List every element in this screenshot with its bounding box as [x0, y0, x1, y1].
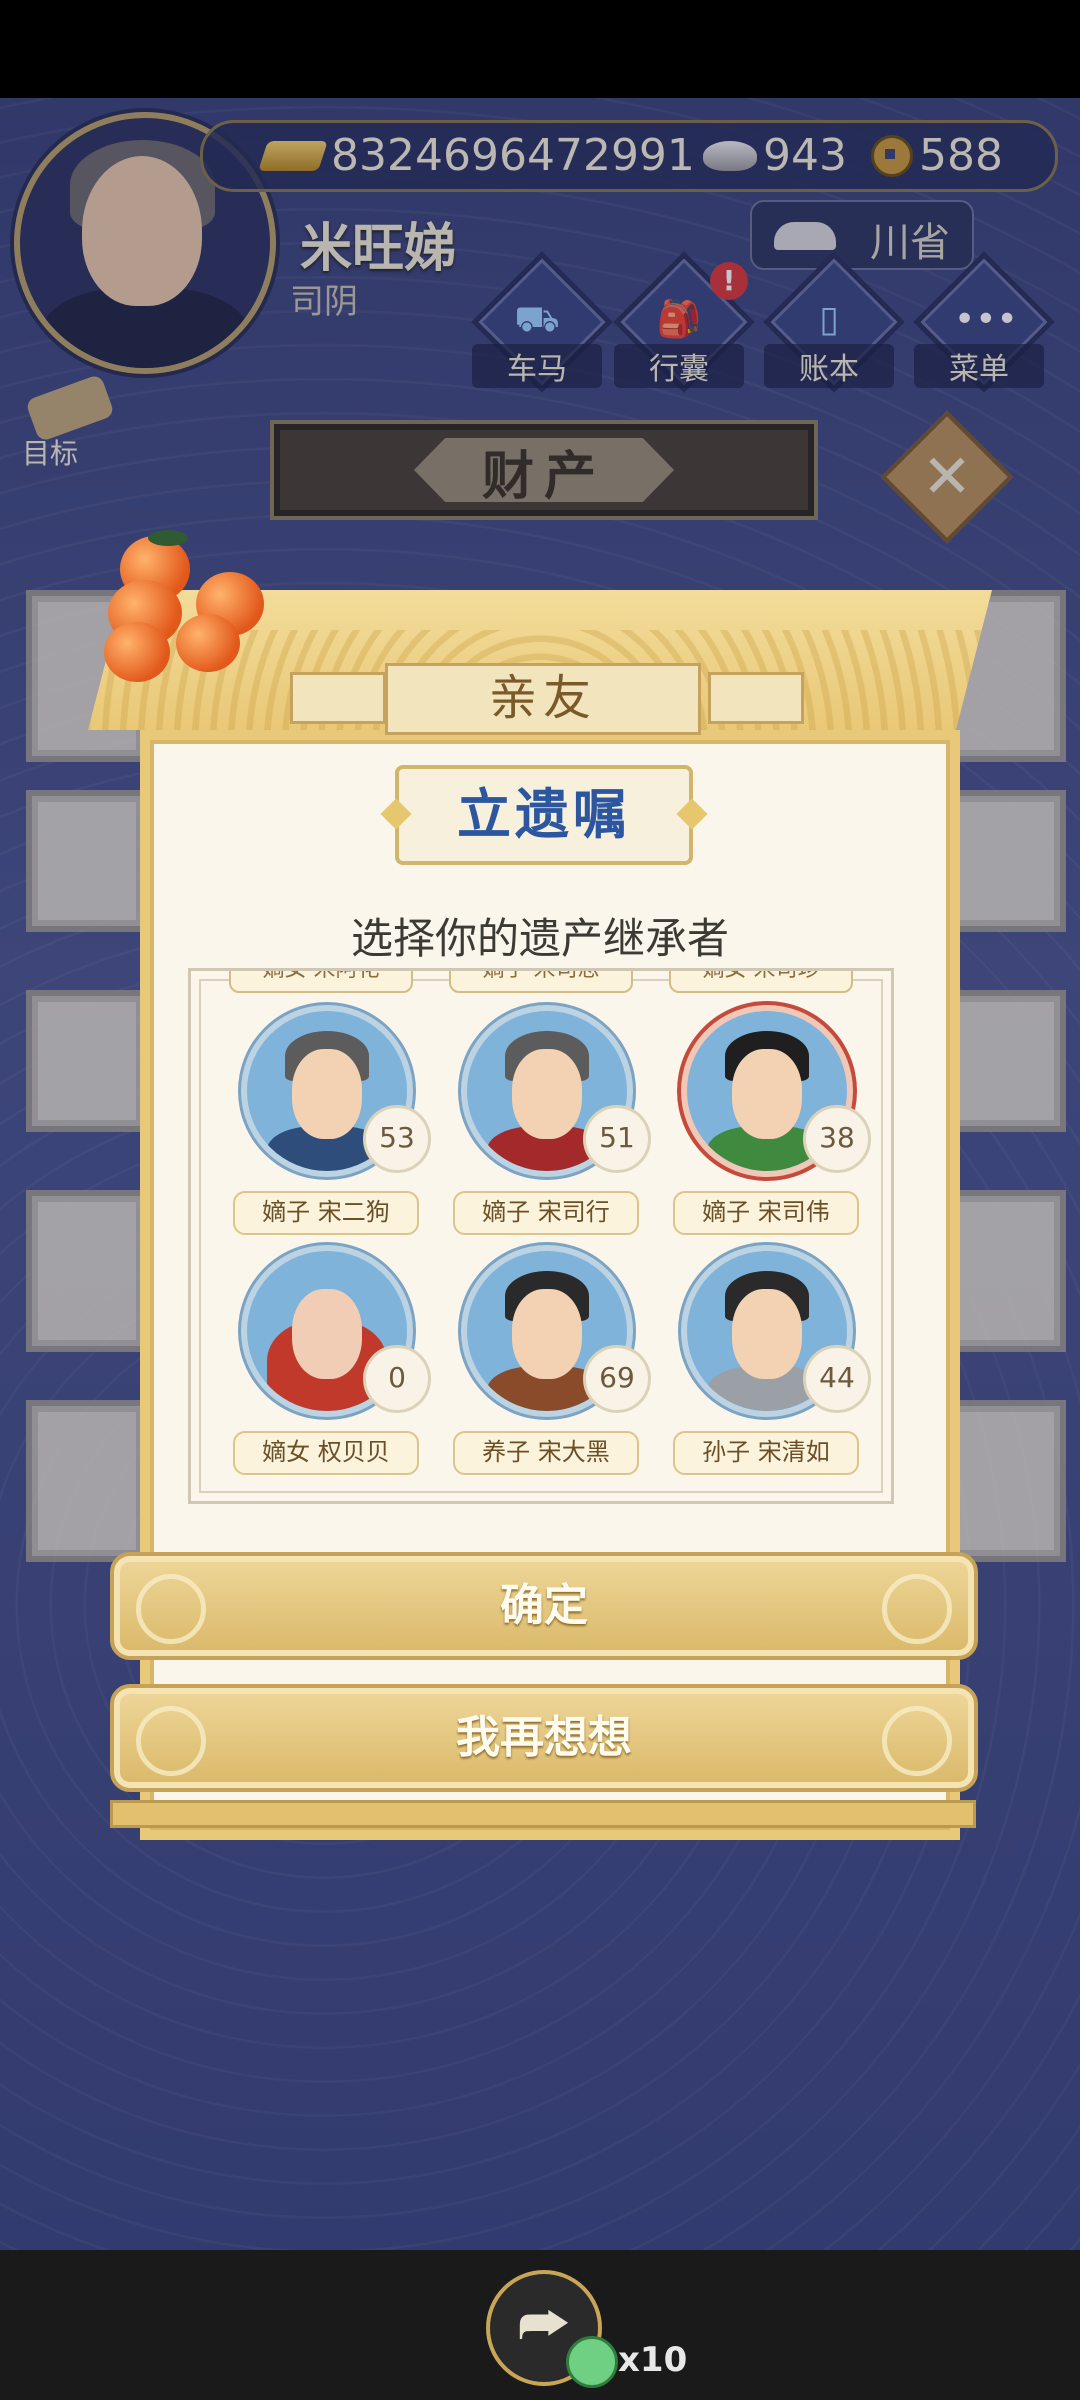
heir-age-badge: 44: [803, 1345, 871, 1413]
will-title: 立遗嘱: [457, 783, 631, 846]
heir-name-label-cutoff: 嫡女 宋阿花: [229, 971, 413, 993]
heir-age-badge: 51: [583, 1105, 651, 1173]
share-reward-count: x10: [618, 2340, 688, 2380]
confirm-label: 确定: [500, 1580, 588, 1631]
heir-face: [292, 1049, 362, 1139]
will-title-badge: 立遗嘱: [395, 765, 693, 865]
reconsider-label: 我再想想: [456, 1712, 632, 1763]
heir-card[interactable]: 38 嫡子 宋司伟: [673, 1005, 871, 1235]
tab-ornament: [708, 672, 804, 724]
heir-name-label: 嫡女 权贝贝: [233, 1431, 419, 1475]
persimmon-decoration: [176, 614, 240, 672]
tab-ornament: [290, 672, 386, 724]
persimmon-decoration: [104, 622, 170, 682]
confirm-button[interactable]: 确定: [110, 1552, 978, 1660]
jade-coin-icon: [566, 2336, 618, 2388]
heir-face: [512, 1289, 582, 1379]
heir-list[interactable]: 嫡女 宋阿花 嫡子 宋司思 嫡女 宋司珍 53 嫡子 宋二狗 51 嫡子 宋司行…: [188, 968, 894, 1504]
heir-name-label: 嫡子 宋二狗: [233, 1191, 419, 1235]
status-bar: [0, 0, 1080, 98]
heir-name-label: 养子 宋大黑: [453, 1431, 639, 1475]
heir-age-badge: 69: [583, 1345, 651, 1413]
heir-card[interactable]: 0 嫡女 权贝贝: [233, 1245, 431, 1475]
heir-age-badge: 0: [363, 1345, 431, 1413]
heir-card[interactable]: 51 嫡子 宋司行: [453, 1005, 651, 1235]
heir-card[interactable]: 69 养子 宋大黑: [453, 1245, 651, 1475]
heir-face: [512, 1049, 582, 1139]
leaf-decoration: [148, 530, 188, 546]
heir-name-label-cutoff: 嫡子 宋司思: [449, 971, 633, 993]
reconsider-button[interactable]: 我再想想: [110, 1684, 978, 1792]
heir-age-badge: 38: [803, 1105, 871, 1173]
dialog-base-rail: [110, 1800, 976, 1828]
heir-name-label: 嫡子 宋司伟: [673, 1191, 859, 1235]
heir-face: [732, 1049, 802, 1139]
cloud-swirl-icon: [882, 1574, 952, 1644]
cloud-swirl-icon: [136, 1574, 206, 1644]
heir-card[interactable]: 44 孙子 宋清如: [673, 1245, 871, 1475]
heir-name-label: 孙子 宋清如: [673, 1431, 859, 1475]
heir-name-label: 嫡子 宋司行: [453, 1191, 639, 1235]
heir-prompt: 选择你的遗产继承者: [350, 914, 729, 963]
heir-face: [732, 1289, 802, 1379]
heir-age-badge: 53: [363, 1105, 431, 1173]
cloud-swirl-icon: [882, 1706, 952, 1776]
cloud-swirl-icon: [136, 1706, 206, 1776]
heir-face: [292, 1289, 362, 1379]
heir-card[interactable]: 53 嫡子 宋二狗: [233, 1005, 431, 1235]
heir-name-label-cutoff: 嫡女 宋司珍: [669, 971, 853, 993]
dialog-tab: 亲友: [385, 663, 701, 735]
